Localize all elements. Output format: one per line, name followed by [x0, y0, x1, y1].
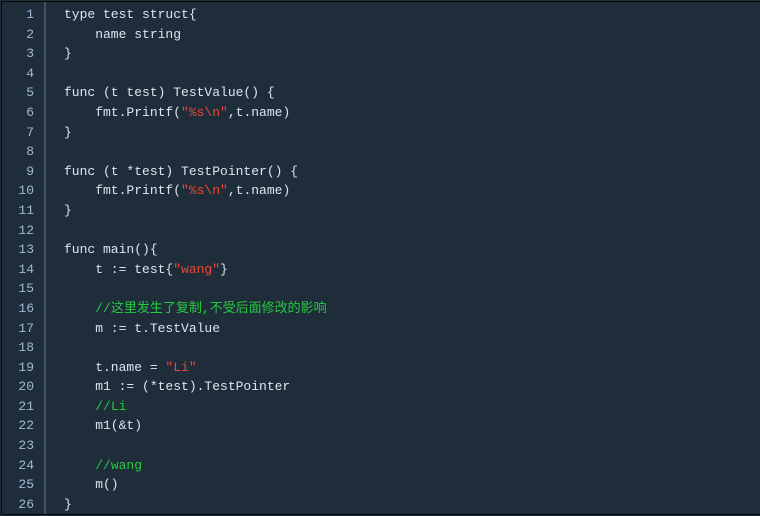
code-area[interactable]: type test struct{ name string} func (t t…	[46, 2, 760, 514]
code-line	[64, 338, 760, 358]
line-number: 6	[14, 103, 34, 123]
code-line: t.name = "Li"	[64, 358, 760, 378]
code-line: fmt.Printf("%s\n",t.name)	[64, 181, 760, 201]
code-line: t := test{"wang"}	[64, 260, 760, 280]
code-line: }	[64, 495, 760, 514]
code-line: fmt.Printf("%s\n",t.name)	[64, 103, 760, 123]
code-line	[64, 436, 760, 456]
code-line: //Li	[64, 397, 760, 417]
line-number: 10	[14, 181, 34, 201]
code-line: name string	[64, 25, 760, 45]
code-line	[64, 221, 760, 241]
token-kw: type test struct{	[64, 7, 197, 22]
token-kw: m1(&t)	[64, 418, 142, 433]
line-number: 9	[14, 162, 34, 182]
token-kw: m1 := (*test).TestPointer	[64, 379, 290, 394]
code-line	[64, 142, 760, 162]
token-kw	[64, 301, 95, 316]
code-line: }	[64, 123, 760, 143]
token-kw: }	[220, 262, 228, 277]
line-number: 4	[14, 64, 34, 84]
token-kw: t := test{	[64, 262, 173, 277]
token-kw: fmt.Printf(	[64, 105, 181, 120]
line-number: 15	[14, 279, 34, 299]
line-number: 20	[14, 377, 34, 397]
token-str: "Li"	[165, 360, 196, 375]
token-kw: }	[64, 46, 72, 61]
line-number: 18	[14, 338, 34, 358]
code-editor: 1234567891011121314151617181920212223242…	[1, 1, 760, 515]
line-number: 12	[14, 221, 34, 241]
token-kw: fmt.Printf(	[64, 183, 181, 198]
line-number: 19	[14, 358, 34, 378]
line-number: 3	[14, 44, 34, 64]
token-kw	[64, 458, 95, 473]
token-cmt: //Li	[95, 399, 126, 414]
token-cmt: //这里发生了复制,不受后面修改的影响	[95, 301, 326, 316]
line-number: 8	[14, 142, 34, 162]
code-line: }	[64, 201, 760, 221]
token-kw: ,t.name)	[228, 105, 290, 120]
token-kw: func main(){	[64, 242, 158, 257]
line-number: 22	[14, 416, 34, 436]
token-cmt: //wang	[95, 458, 142, 473]
code-line: m()	[64, 475, 760, 495]
token-str: "%s\n"	[181, 183, 228, 198]
code-line	[64, 64, 760, 84]
code-line: func (t test) TestValue() {	[64, 83, 760, 103]
code-line: m1(&t)	[64, 416, 760, 436]
token-kw: }	[64, 125, 72, 140]
token-kw: func (t test) TestValue() {	[64, 85, 275, 100]
line-number: 23	[14, 436, 34, 456]
token-kw: }	[64, 497, 72, 512]
code-line: func main(){	[64, 240, 760, 260]
line-number-gutter: 1234567891011121314151617181920212223242…	[2, 2, 46, 514]
code-line: type test struct{	[64, 5, 760, 25]
code-line: }	[64, 44, 760, 64]
line-number: 16	[14, 299, 34, 319]
line-number: 2	[14, 25, 34, 45]
token-kw: m()	[64, 477, 119, 492]
code-line: //wang	[64, 456, 760, 476]
line-number: 14	[14, 260, 34, 280]
token-kw: }	[64, 203, 72, 218]
code-line: //这里发生了复制,不受后面修改的影响	[64, 299, 760, 319]
line-number: 13	[14, 240, 34, 260]
token-str: "%s\n"	[181, 105, 228, 120]
code-line	[64, 279, 760, 299]
line-number: 1	[14, 5, 34, 25]
token-kw: ,t.name)	[228, 183, 290, 198]
token-kw: name string	[64, 27, 181, 42]
code-line: m := t.TestValue	[64, 319, 760, 339]
line-number: 17	[14, 319, 34, 339]
line-number: 11	[14, 201, 34, 221]
code-line: func (t *test) TestPointer() {	[64, 162, 760, 182]
token-kw: func (t *test) TestPointer() {	[64, 164, 298, 179]
token-kw: m := t.TestValue	[64, 321, 220, 336]
line-number: 26	[14, 495, 34, 515]
token-kw	[64, 399, 95, 414]
line-number: 7	[14, 123, 34, 143]
line-number: 5	[14, 83, 34, 103]
line-number: 21	[14, 397, 34, 417]
line-number: 24	[14, 456, 34, 476]
code-line: m1 := (*test).TestPointer	[64, 377, 760, 397]
token-str: "wang"	[173, 262, 220, 277]
line-number: 25	[14, 475, 34, 495]
token-kw: t.name =	[64, 360, 165, 375]
